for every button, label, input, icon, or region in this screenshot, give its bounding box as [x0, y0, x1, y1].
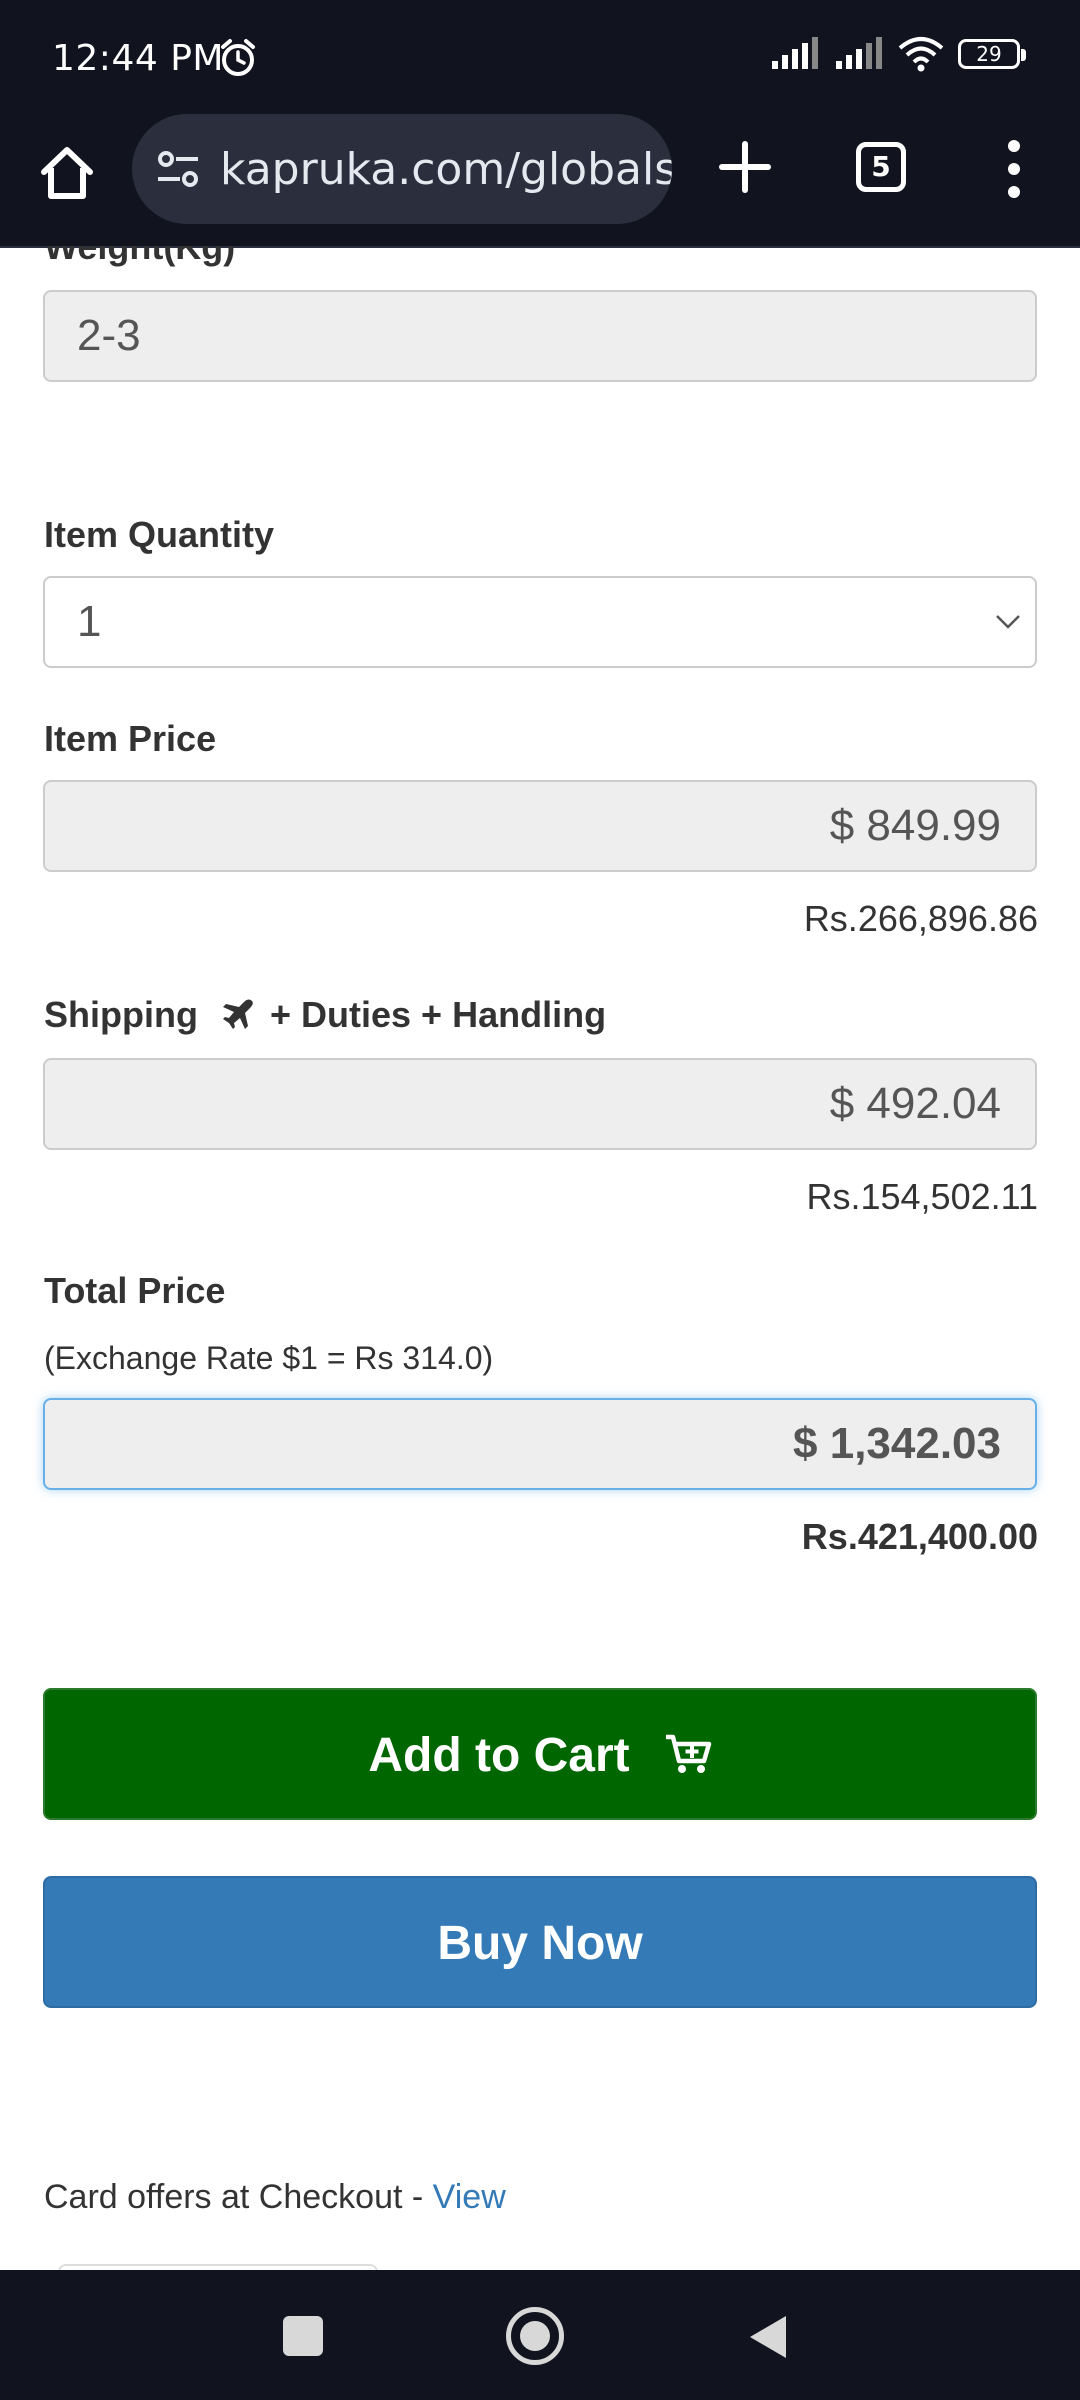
item-price-field: $ 849.99 [43, 780, 1037, 872]
card-offers: Card offers at Checkout - View [44, 2178, 506, 2217]
total-price-rs: Rs.421,400.00 [801, 1516, 1038, 1557]
alarm-icon [221, 39, 255, 76]
home-icon[interactable] [36, 142, 98, 204]
url-text: kapruka.com/globalshop [220, 143, 672, 195]
status-time: 12:44 PM [52, 38, 224, 79]
home-nav-icon[interactable] [506, 2307, 564, 2365]
url-bar[interactable]: kapruka.com/globalshop [132, 114, 672, 224]
item-price-rs: Rs.266,896.86 [803, 898, 1038, 939]
page-content: Weight(Kg) 2-3 Item Quantity 1 Item Pric… [0, 246, 1080, 2270]
shipping-label-extra: + Duties + Handling [270, 994, 607, 1035]
total-price-field: $ 1,342.03 [43, 1398, 1037, 1490]
add-to-cart-label: Add to Cart [368, 1729, 630, 1782]
signal-icon [836, 37, 882, 69]
more-vert-icon[interactable] [996, 136, 1032, 202]
card-offers-view-link[interactable]: View [433, 2178, 506, 2216]
weight-field: 2-3 [43, 290, 1037, 382]
add-to-cart-button[interactable]: Add to Cart [43, 1688, 1037, 1820]
cart-plus-icon [665, 1735, 711, 1774]
item-price-label: Item Price [44, 718, 217, 759]
exchange-rate-note: (Exchange Rate $1 = Rs 314.0) [44, 1340, 494, 1376]
recents-icon[interactable] [283, 2316, 323, 2356]
navigation-bar [0, 2270, 1080, 2400]
back-icon[interactable] [748, 2314, 788, 2360]
weight-label: Weight(Kg) [44, 246, 236, 267]
wifi-icon [898, 37, 944, 72]
plus-icon[interactable] [712, 134, 778, 200]
total-price-label: Total Price [44, 1270, 226, 1311]
signal-icon [772, 37, 818, 69]
quantity-value: 1 [77, 597, 102, 646]
shipping-label: Shipping + Duties + Handling [44, 994, 606, 1036]
tabs-icon[interactable]: 5 [856, 142, 906, 192]
battery-icon: 29 [958, 39, 1026, 69]
shipping-label-text: Shipping [44, 994, 198, 1035]
shipping-field: $ 492.04 [43, 1058, 1037, 1150]
shipping-rs: Rs.154,502.11 [806, 1176, 1038, 1217]
quantity-label: Item Quantity [44, 514, 275, 555]
quantity-select[interactable]: 1 [43, 576, 1037, 668]
airplane-icon [222, 999, 253, 1029]
site-settings-icon[interactable] [156, 149, 200, 189]
card-offers-text: Card offers at Checkout - [44, 2178, 433, 2216]
status-bar: 12:44 PM 29 [0, 0, 1080, 112]
buy-now-button[interactable]: Buy Now [43, 1876, 1037, 2008]
chevron-down-icon [996, 615, 1020, 629]
browser-toolbar: kapruka.com/globalshop 5 [0, 112, 1080, 248]
status-icons: 29 [770, 36, 1026, 72]
